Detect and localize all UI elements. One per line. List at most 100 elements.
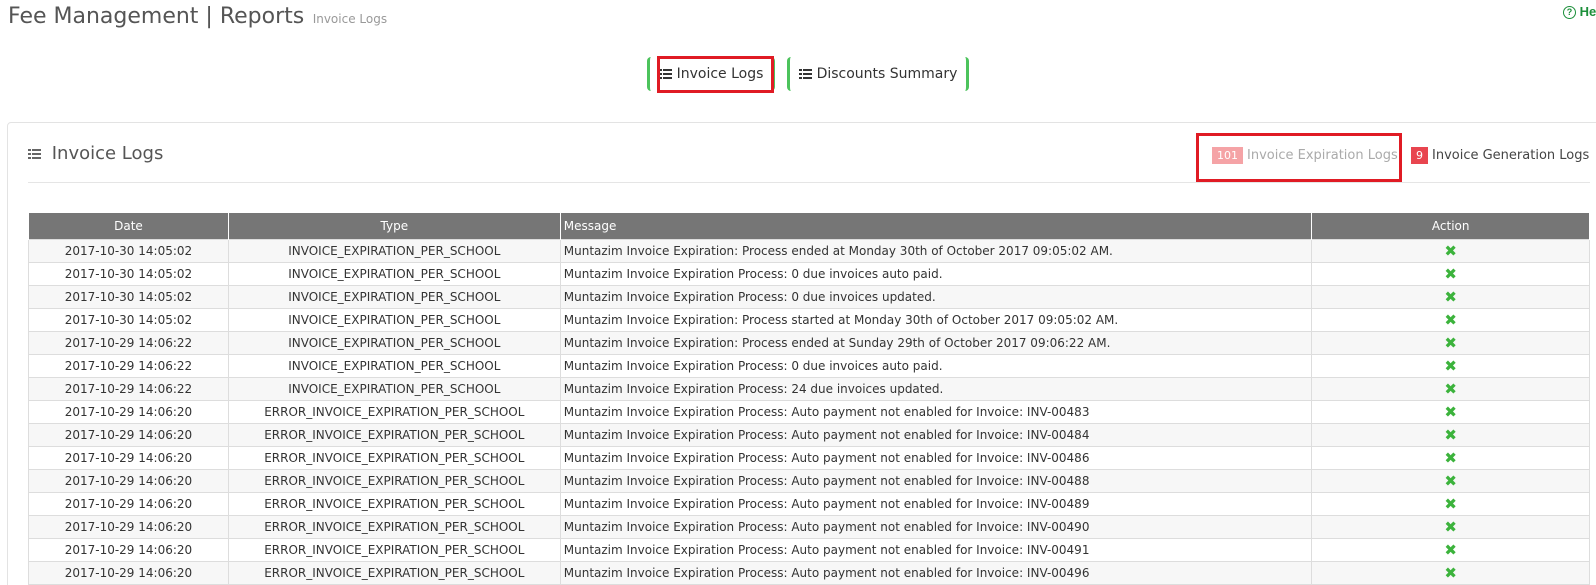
list-icon <box>798 69 812 79</box>
cell-message: Muntazim Invoice Expiration: Process end… <box>559 239 1313 263</box>
help-label: He <box>1579 4 1596 19</box>
cell-action: ✖ <box>1311 400 1590 424</box>
cell-action: ✖ <box>1311 515 1590 539</box>
tab-discounts-summary-label: Discounts Summary <box>816 66 958 82</box>
delete-x-icon[interactable]: ✖ <box>1444 404 1457 420</box>
help-link[interactable]: ? He <box>1563 4 1596 19</box>
cell-action: ✖ <box>1311 331 1590 355</box>
cell-date: 2017-10-30 14:05:02 <box>28 308 229 332</box>
help-icon: ? <box>1563 6 1576 19</box>
cell-action: ✖ <box>1311 262 1590 286</box>
column-header-date[interactable]: Date <box>28 212 229 240</box>
cell-action: ✖ <box>1311 423 1590 447</box>
cell-type: INVOICE_EXPIRATION_PER_SCHOOL <box>227 308 561 332</box>
cell-action: ✖ <box>1311 285 1590 309</box>
cell-message: Muntazim Invoice Expiration Process: 0 d… <box>559 262 1313 286</box>
list-icon <box>28 149 42 159</box>
list-icon <box>658 69 672 79</box>
delete-x-icon[interactable]: ✖ <box>1444 496 1457 512</box>
expiration-count-badge: 101 <box>1212 147 1243 164</box>
delete-x-icon[interactable]: ✖ <box>1444 358 1457 374</box>
cell-date: 2017-10-30 14:05:02 <box>28 285 229 309</box>
table-row: 2017-10-29 14:06:22 INVOICE_EXPIRATION_PE… <box>28 354 1590 378</box>
tab-discounts-summary[interactable]: Discounts Summary <box>787 57 969 91</box>
cell-action: ✖ <box>1311 308 1590 332</box>
cell-date: 2017-10-29 14:06:20 <box>28 446 229 470</box>
panel-divider <box>28 182 1590 183</box>
delete-x-icon[interactable]: ✖ <box>1444 289 1457 305</box>
cell-action: ✖ <box>1311 492 1590 516</box>
delete-x-icon[interactable]: ✖ <box>1444 565 1457 581</box>
delete-x-icon[interactable]: ✖ <box>1444 335 1457 351</box>
tab-invoice-logs[interactable]: Invoice Logs <box>647 57 775 91</box>
table-row: 2017-10-29 14:06:20 ERROR_INVOICE_EXPIRAT… <box>28 469 1590 493</box>
cell-type: INVOICE_EXPIRATION_PER_SCHOOL <box>227 354 561 378</box>
table-body: 2017-10-30 14:05:02 INVOICE_EXPIRATION_PE… <box>28 239 1590 585</box>
cell-date: 2017-10-29 14:06:22 <box>28 331 229 355</box>
delete-x-icon[interactable]: ✖ <box>1444 381 1457 397</box>
generation-link-label: Invoice Generation Logs <box>1432 148 1590 163</box>
cell-type: ERROR_INVOICE_EXPIRATION_PER_SCHOOL <box>227 492 561 516</box>
delete-x-icon[interactable]: ✖ <box>1444 427 1457 443</box>
cell-action: ✖ <box>1311 538 1590 562</box>
panel-title: Invoice Logs <box>28 143 163 164</box>
cell-date: 2017-10-29 14:06:20 <box>28 423 229 447</box>
table-row: 2017-10-29 14:06:20 ERROR_INVOICE_EXPIRAT… <box>28 492 1590 516</box>
cell-type: INVOICE_EXPIRATION_PER_SCHOOL <box>227 239 561 263</box>
delete-x-icon[interactable]: ✖ <box>1444 243 1457 259</box>
cell-type: ERROR_INVOICE_EXPIRATION_PER_SCHOOL <box>227 538 561 562</box>
cell-message: Muntazim Invoice Expiration Process: Aut… <box>559 469 1313 493</box>
table-row: 2017-10-30 14:05:02 INVOICE_EXPIRATION_PE… <box>28 308 1590 332</box>
delete-x-icon[interactable]: ✖ <box>1444 542 1457 558</box>
column-header-action: Action <box>1311 212 1590 240</box>
panel-title-text: Invoice Logs <box>51 143 164 164</box>
cell-message: Muntazim Invoice Expiration Process: Aut… <box>559 400 1313 424</box>
cell-date: 2017-10-29 14:06:20 <box>28 515 229 539</box>
delete-x-icon[interactable]: ✖ <box>1444 519 1457 535</box>
cell-date: 2017-10-29 14:06:22 <box>28 354 229 378</box>
cell-date: 2017-10-30 14:05:02 <box>28 239 229 263</box>
table-row: 2017-10-30 14:05:02 INVOICE_EXPIRATION_PE… <box>28 285 1590 309</box>
invoice-expiration-logs-link[interactable]: 101 Invoice Expiration Logs <box>1212 147 1398 164</box>
delete-x-icon[interactable]: ✖ <box>1444 312 1457 328</box>
cell-message: Muntazim Invoice Expiration Process: Aut… <box>559 561 1313 585</box>
column-header-type[interactable]: Type <box>227 212 561 240</box>
table-row: 2017-10-29 14:06:20 ERROR_INVOICE_EXPIRAT… <box>28 423 1590 447</box>
cell-type: INVOICE_EXPIRATION_PER_SCHOOL <box>227 285 561 309</box>
tab-invoice-logs-label: Invoice Logs <box>676 66 764 82</box>
cell-message: Muntazim Invoice Expiration Process: 24 … <box>559 377 1313 401</box>
delete-x-icon[interactable]: ✖ <box>1444 473 1457 489</box>
table-row: 2017-10-29 14:06:22 INVOICE_EXPIRATION_PE… <box>28 377 1590 401</box>
cell-action: ✖ <box>1311 469 1590 493</box>
cell-action: ✖ <box>1311 239 1590 263</box>
cell-date: 2017-10-29 14:06:20 <box>28 538 229 562</box>
delete-x-icon[interactable]: ✖ <box>1444 266 1457 282</box>
cell-action: ✖ <box>1311 354 1590 378</box>
expiration-link-label: Invoice Expiration Logs <box>1247 148 1398 163</box>
invoice-logs-table: Date Type Message Action 2017-10-30 14:0… <box>28 212 1590 585</box>
table-row: 2017-10-29 14:06:22 INVOICE_EXPIRATION_PE… <box>28 331 1590 355</box>
cell-type: ERROR_INVOICE_EXPIRATION_PER_SCHOOL <box>227 515 561 539</box>
cell-message: Muntazim Invoice Expiration: Process sta… <box>559 308 1313 332</box>
delete-x-icon[interactable]: ✖ <box>1444 450 1457 466</box>
table-row: 2017-10-29 14:06:20 ERROR_INVOICE_EXPIRAT… <box>28 446 1590 470</box>
cell-message: Muntazim Invoice Expiration Process: 0 d… <box>559 354 1313 378</box>
page-subtitle: Invoice Logs <box>312 12 388 26</box>
cell-type: INVOICE_EXPIRATION_PER_SCHOOL <box>227 331 561 355</box>
cell-action: ✖ <box>1311 561 1590 585</box>
cell-type: ERROR_INVOICE_EXPIRATION_PER_SCHOOL <box>227 400 561 424</box>
column-header-message[interactable]: Message <box>559 212 1313 240</box>
cell-message: Muntazim Invoice Expiration Process: Aut… <box>559 538 1313 562</box>
cell-date: 2017-10-30 14:05:02 <box>28 262 229 286</box>
table-row: 2017-10-30 14:05:02 INVOICE_EXPIRATION_PE… <box>28 239 1590 263</box>
table-row: 2017-10-30 14:05:02 INVOICE_EXPIRATION_PE… <box>28 262 1590 286</box>
cell-type: INVOICE_EXPIRATION_PER_SCHOOL <box>227 377 561 401</box>
table-header-row: Date Type Message Action <box>28 212 1590 240</box>
cell-message: Muntazim Invoice Expiration Process: 0 d… <box>559 285 1313 309</box>
cell-type: ERROR_INVOICE_EXPIRATION_PER_SCHOOL <box>227 423 561 447</box>
invoice-generation-logs-link[interactable]: 9 Invoice Generation Logs <box>1411 147 1589 164</box>
generation-count-badge: 9 <box>1411 147 1428 164</box>
cell-message: Muntazim Invoice Expiration Process: Aut… <box>559 515 1313 539</box>
cell-date: 2017-10-29 14:06:20 <box>28 561 229 585</box>
table-row: 2017-10-29 14:06:20 ERROR_INVOICE_EXPIRAT… <box>28 561 1590 585</box>
